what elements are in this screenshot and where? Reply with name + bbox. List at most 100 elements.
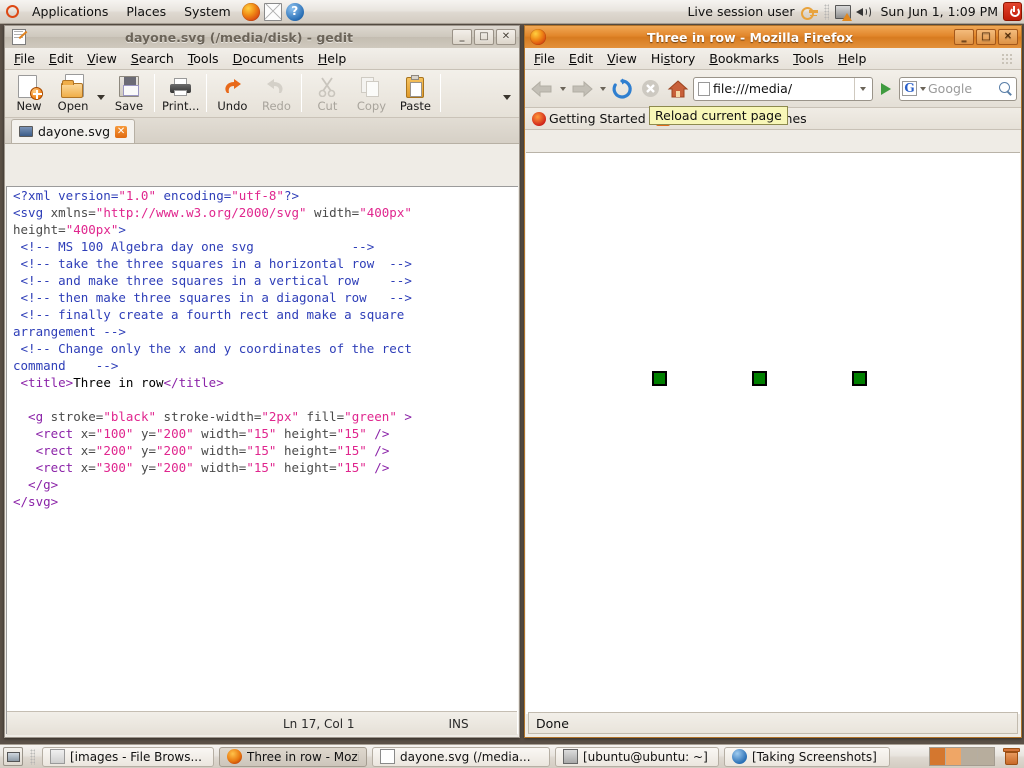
firefox-menu-view[interactable]: View [600,49,644,69]
toolbar-print-button[interactable]: Print... [158,73,203,113]
code-line: <g stroke="black" stroke-width="2px" fil… [13,409,412,424]
taskbar-button[interactable]: [images - File Brows... [42,746,214,767]
url-dropdown-button[interactable] [854,77,870,100]
menubar-grip [1001,52,1013,65]
firefox-minimize-button[interactable]: _ [954,29,974,45]
bookmark-getting-started[interactable]: Getting Started [529,110,649,127]
save-floppy-icon [117,75,141,99]
gedit-maximize-button[interactable]: □ [474,29,494,45]
firefox-page-content[interactable] [526,152,1020,714]
taskbar-button[interactable]: dayone.svg (/media... [372,746,550,767]
open-folder-icon [61,74,85,99]
back-dropdown-button[interactable] [557,86,567,91]
workspace-2[interactable] [946,748,962,765]
chevron-down-icon [503,94,511,100]
firefox-maximize-button[interactable]: □ [976,29,996,45]
code-line: <rect x="200" y="200" width="15" height=… [13,443,390,458]
toolbar-separator [154,74,155,112]
firefox-menu-history[interactable]: History [644,49,702,69]
svg-rect [652,371,667,386]
trash-icon[interactable] [1002,747,1021,766]
gedit-menu-search[interactable]: Search [124,49,181,69]
firefox-menu-edit[interactable]: Edit [562,49,600,69]
gedit-menu-tools[interactable]: Tools [181,49,226,69]
workspace-1[interactable] [930,748,946,765]
gedit-menu-view[interactable]: View [80,49,124,69]
gedit-menu-file[interactable]: FFileile [7,49,42,69]
firefox-icon [227,749,242,764]
firefox-icon[interactable] [241,2,260,21]
url-bar[interactable]: file:///media/ [693,76,873,101]
gedit-menu-documents[interactable]: Documents [226,49,311,69]
gedit-window[interactable]: dayone.svg (/media/disk) - gedit _ □ ✕ F… [4,25,520,738]
mail-icon[interactable] [263,2,282,21]
workspace-3[interactable] [962,748,978,765]
taskbar-button[interactable]: [Taking Screenshots] [724,746,890,767]
firefox-menu-help[interactable]: Help [831,49,874,69]
gedit-menu-help[interactable]: Help [311,49,354,69]
gedit-menu-edit[interactable]: Edit [42,49,80,69]
page-favicon [698,81,710,96]
firefox-titlebar[interactable]: Three in row - Mozilla Firefox _ □ ✕ [525,26,1021,48]
gedit-titlebar[interactable]: dayone.svg (/media/disk) - gedit _ □ ✕ [5,26,519,48]
chevron-down-icon[interactable] [920,86,926,91]
copy-icon [359,75,383,99]
forward-dropdown-button[interactable] [597,86,607,91]
toolbar-save-button[interactable]: Save [107,73,151,113]
firefox-close-button[interactable]: ✕ [998,29,1018,45]
open-dropdown-button[interactable] [95,85,107,109]
keyboard-indicator-icon[interactable] [801,4,819,20]
menu-system[interactable]: System [176,0,239,24]
search-bar[interactable]: G Google [899,76,1017,101]
power-icon[interactable] [1003,2,1022,21]
go-arrow-icon[interactable] [875,77,897,101]
firefox-icon [530,29,546,45]
firefox-menu-file[interactable]: File [527,49,562,69]
workspace-4[interactable] [978,748,994,765]
tab-close-icon[interactable]: ✕ [115,125,128,138]
taskbar-button[interactable]: [ubuntu@ubuntu: ~] [555,746,719,767]
tab-dayone-svg[interactable]: dayone.svg ✕ [11,119,136,143]
firefox-menu-bookmarks[interactable]: Bookmarks [702,49,786,69]
reload-icon[interactable] [609,76,635,102]
chevron-down-icon [599,86,606,91]
menu-applications[interactable]: Applications [24,0,116,24]
svg-rect [852,371,867,386]
taskbar-button-label: dayone.svg (/media... [400,749,531,764]
network-icon[interactable] [835,4,853,21]
toolbar-undo-button[interactable]: Undo [210,73,254,113]
ubuntu-logo-icon[interactable] [4,3,21,20]
url-input[interactable]: file:///media/ [713,81,851,96]
show-desktop-icon[interactable] [3,747,23,766]
chevron-down-icon [97,94,105,100]
back-arrow-icon[interactable] [529,76,555,102]
code-line: <?xml version="1.0" encoding="utf-8"?> [13,188,300,203]
clock[interactable]: Sun Jun 1, 1:09 PM [875,4,1003,19]
volume-icon[interactable] [855,5,873,19]
firefox-menu-tools[interactable]: Tools [786,49,831,69]
code-line: <!-- take the three squares in a horizon… [13,256,412,271]
forward-arrow-icon[interactable] [569,76,595,102]
menu-places[interactable]: Places [118,0,174,24]
home-icon[interactable] [665,76,691,102]
gedit-minimize-button[interactable]: _ [452,29,472,45]
taskbar-button-label: Three in row - Mozill... [247,749,359,764]
workspace-switcher[interactable] [929,747,995,766]
gedit-close-button[interactable]: ✕ [496,29,516,45]
google-engine-icon[interactable]: G [902,81,917,96]
help-icon[interactable]: ? [285,2,304,21]
gedit-text-area[interactable]: <?xml version="1.0" encoding="utf-8"?> <s… [6,186,518,734]
toolbar-open-button[interactable]: Open [51,73,95,113]
search-input[interactable]: Google [928,81,996,96]
toolbar-overflow-button[interactable] [501,85,513,109]
code-line: height="400px"> [13,222,126,237]
svg-rect [752,371,767,386]
firefox-window[interactable]: Three in row - Mozilla Firefox _ □ ✕ Fil… [524,25,1022,738]
magnifier-icon[interactable] [998,81,1014,97]
toolbar-paste-button[interactable]: Paste [393,73,437,113]
taskbar-button[interactable]: Three in row - Mozill... [219,746,367,767]
firefox-navbar: file:///media/ G Google [525,70,1021,108]
code-line: <!-- MS 100 Algebra day one svg --> [13,239,375,254]
toolbar-new-button[interactable]: New [7,73,51,113]
